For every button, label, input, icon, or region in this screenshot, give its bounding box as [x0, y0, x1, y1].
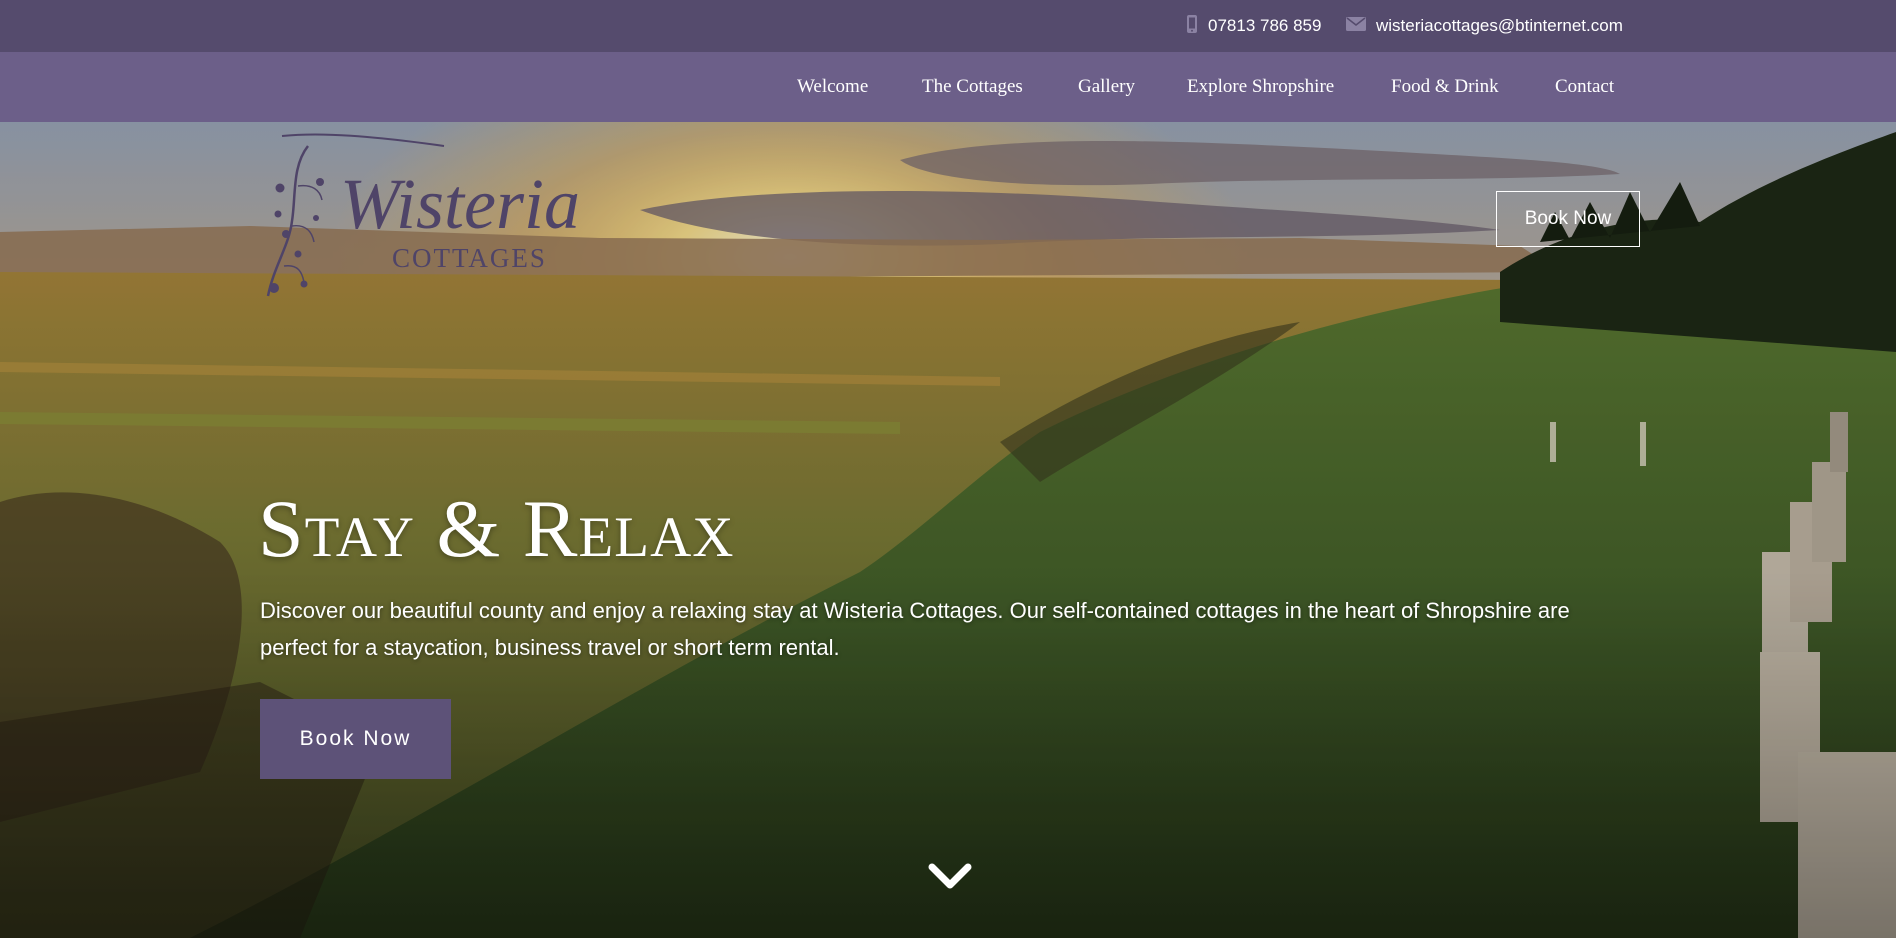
- logo-subtitle: COTTAGES: [392, 243, 547, 273]
- nav-contact[interactable]: Contact: [1555, 52, 1614, 122]
- envelope-icon: [1346, 16, 1366, 36]
- nav-the-cottages[interactable]: The Cottages: [922, 52, 1023, 122]
- nav-explore-shropshire[interactable]: Explore Shropshire: [1187, 52, 1334, 122]
- hero-description: Discover our beautiful county and enjoy …: [260, 598, 1570, 660]
- main-navigation: Welcome The Cottages Gallery Explore Shr…: [0, 52, 1896, 122]
- logo-title: Wisteria: [340, 164, 581, 244]
- phone-contact[interactable]: 07813 786 859: [1186, 0, 1321, 52]
- phone-number: 07813 786 859: [1208, 16, 1322, 35]
- nav-welcome[interactable]: Welcome: [797, 52, 868, 122]
- nav-gallery[interactable]: Gallery: [1078, 52, 1135, 122]
- hero-title: Stay & Relax: [258, 483, 735, 574]
- email-contact[interactable]: wisteriacottages@btinternet.com: [1346, 0, 1623, 52]
- chevron-down-icon[interactable]: [926, 862, 974, 892]
- phone-icon: [1186, 14, 1198, 39]
- nav-food-drink[interactable]: Food & Drink: [1391, 52, 1499, 122]
- hero-book-now-button[interactable]: Book Now: [260, 699, 451, 779]
- header-book-now-button[interactable]: Book Now: [1496, 191, 1640, 247]
- top-contact-bar: 07813 786 859 wisteriacottages@btinterne…: [0, 0, 1896, 52]
- email-address: wisteriacottages@btinternet.com: [1376, 16, 1623, 35]
